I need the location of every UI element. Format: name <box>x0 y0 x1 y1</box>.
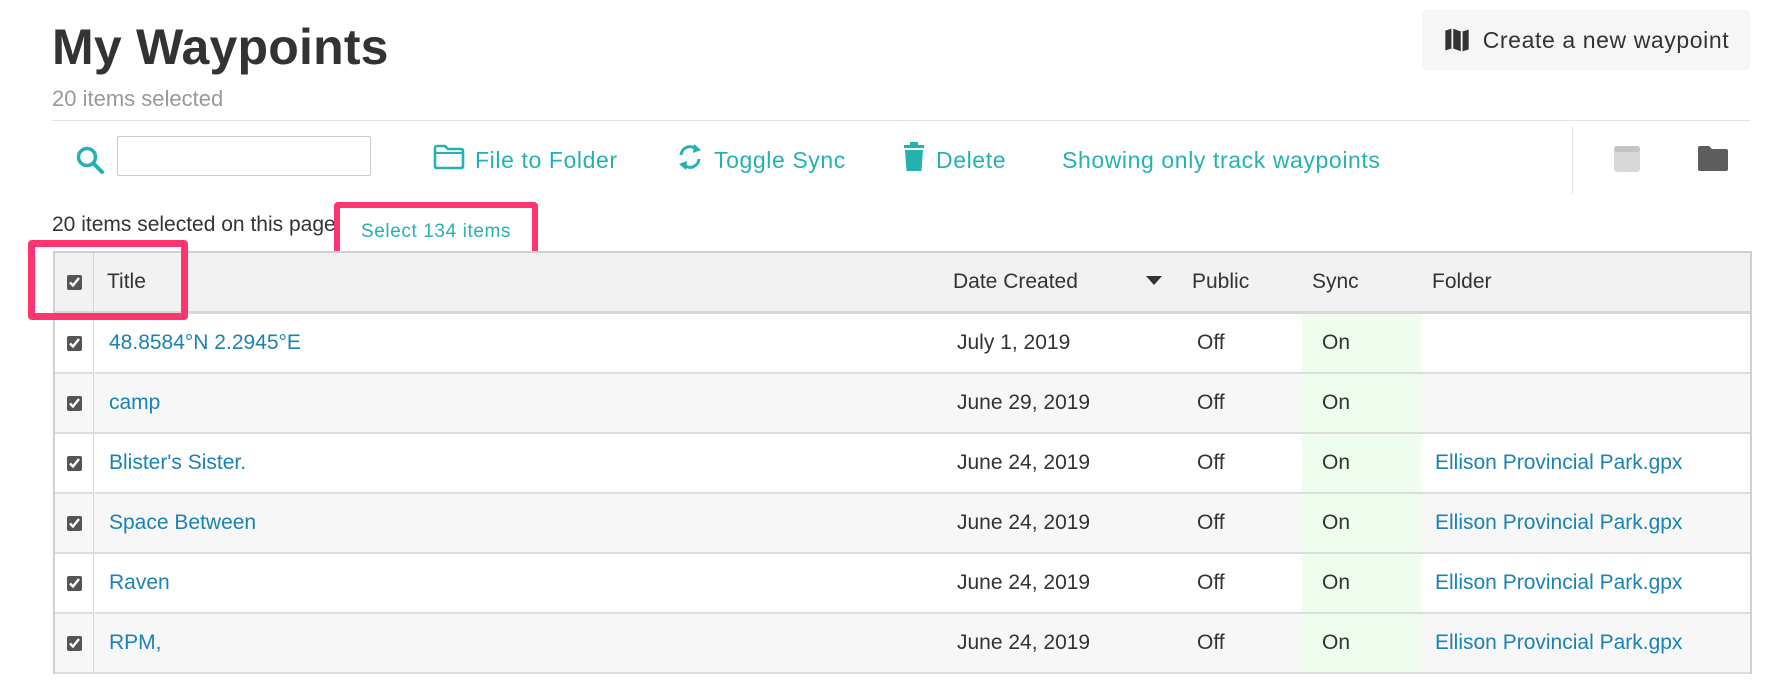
filter-status-label: Showing only track waypoints <box>1062 146 1381 173</box>
row-checkbox-cell <box>55 554 94 612</box>
table-row[interactable]: Space Between June 24, 2019 Off On Ellis… <box>55 494 1750 554</box>
date-created: June 24, 2019 <box>957 631 1091 654</box>
notebook-icon[interactable] <box>1612 144 1642 179</box>
toolbar: File to Folder Toggle Sync Delete Showin… <box>52 122 1750 194</box>
delete-button[interactable]: Delete <box>902 122 1006 198</box>
column-header-title[interactable]: Title <box>107 253 146 311</box>
table-row[interactable]: 48.8584°N 2.2945°E July 1, 2019 Off On <box>55 314 1750 374</box>
row-checkbox[interactable] <box>66 635 82 651</box>
waypoint-title-link[interactable]: Space Between <box>109 494 256 552</box>
table-row[interactable]: Blister's Sister. June 24, 2019 Off On E… <box>55 434 1750 494</box>
waypoint-title-link[interactable]: 48.8584°N 2.2945°E <box>109 314 301 372</box>
track-waypoints-filter-link[interactable]: Showing only track waypoints <box>1062 122 1381 198</box>
row-checkbox-cell <box>55 614 94 672</box>
sync-status: On <box>1302 614 1421 672</box>
column-header-public[interactable]: Public <box>1192 253 1249 311</box>
folder-outline-icon <box>433 144 465 176</box>
create-waypoint-button[interactable]: Create a new waypoint <box>1422 10 1750 70</box>
row-checkbox[interactable] <box>66 515 82 531</box>
create-waypoint-label: Create a new waypoint <box>1482 26 1730 53</box>
table-header: Title Date Created Public Sync Folder <box>55 253 1750 314</box>
file-to-folder-label: File to Folder <box>475 146 618 173</box>
trash-icon <box>902 142 926 178</box>
waypoint-title-link[interactable]: camp <box>109 374 160 432</box>
folder-link[interactable]: Ellison Provincial Park.gpx <box>1435 494 1682 552</box>
sync-status: On <box>1302 554 1421 612</box>
row-checkbox[interactable] <box>66 575 82 591</box>
delete-label: Delete <box>936 146 1007 173</box>
map-icon <box>1443 26 1471 54</box>
sync-status: On <box>1302 374 1421 432</box>
public-status: Off <box>1197 391 1225 414</box>
row-checkbox[interactable] <box>66 395 82 411</box>
sync-icon <box>676 141 704 179</box>
date-created: June 29, 2019 <box>957 391 1091 414</box>
public-status: Off <box>1197 631 1225 654</box>
file-to-folder-button[interactable]: File to Folder <box>433 122 618 198</box>
table-row[interactable]: Raven June 24, 2019 Off On Ellison Provi… <box>55 554 1750 614</box>
page-title: My Waypoints <box>52 19 389 75</box>
date-created: June 24, 2019 <box>957 511 1091 534</box>
sync-status: On <box>1302 314 1421 372</box>
select-all-checkbox-cell <box>55 253 94 311</box>
folder-link[interactable]: Ellison Provincial Park.gpx <box>1435 614 1682 672</box>
selection-count-subtitle: 20 items selected <box>52 86 224 111</box>
waypoint-title-link[interactable]: Raven <box>109 554 170 612</box>
row-checkbox-cell <box>55 374 94 432</box>
row-checkbox-cell <box>55 434 94 492</box>
public-status: Off <box>1197 511 1225 534</box>
date-created: June 24, 2019 <box>957 451 1091 474</box>
date-created: July 1, 2019 <box>957 331 1071 354</box>
public-status: Off <box>1197 451 1225 474</box>
folder-link[interactable]: Ellison Provincial Park.gpx <box>1435 554 1682 612</box>
row-checkbox-cell <box>55 494 94 552</box>
waypoints-table: Title Date Created Public Sync Folder 48… <box>53 251 1752 674</box>
toggle-sync-label: Toggle Sync <box>714 146 846 173</box>
folder-link[interactable]: Ellison Provincial Park.gpx <box>1435 434 1682 492</box>
toggle-sync-button[interactable]: Toggle Sync <box>676 122 846 198</box>
public-status: Off <box>1197 331 1225 354</box>
header-divider <box>52 120 1750 121</box>
row-checkbox[interactable] <box>66 335 82 351</box>
sync-status: On <box>1302 494 1421 552</box>
table-row[interactable]: camp June 29, 2019 Off On <box>55 374 1750 434</box>
selection-note: 20 items selected on this page <box>52 213 336 236</box>
search-input[interactable] <box>117 136 371 176</box>
folder-icon[interactable] <box>1697 144 1729 177</box>
waypoint-title-link[interactable]: RPM, <box>109 614 162 672</box>
row-checkbox-cell <box>55 314 94 372</box>
column-header-sync[interactable]: Sync <box>1312 253 1431 311</box>
row-checkbox[interactable] <box>66 455 82 471</box>
toolbar-divider <box>1572 126 1573 194</box>
select-all-checkbox[interactable] <box>66 274 82 290</box>
sort-descending-icon[interactable] <box>1146 276 1162 285</box>
table-row[interactable]: RPM, June 24, 2019 Off On Ellison Provin… <box>55 614 1750 674</box>
date-created: June 24, 2019 <box>957 571 1091 594</box>
sync-status: On <box>1302 434 1421 492</box>
column-header-folder[interactable]: Folder <box>1432 253 1492 311</box>
waypoint-title-link[interactable]: Blister's Sister. <box>109 434 246 492</box>
column-header-date-created[interactable]: Date Created <box>953 253 1078 311</box>
public-status: Off <box>1197 571 1225 594</box>
search-icon[interactable] <box>74 144 106 176</box>
